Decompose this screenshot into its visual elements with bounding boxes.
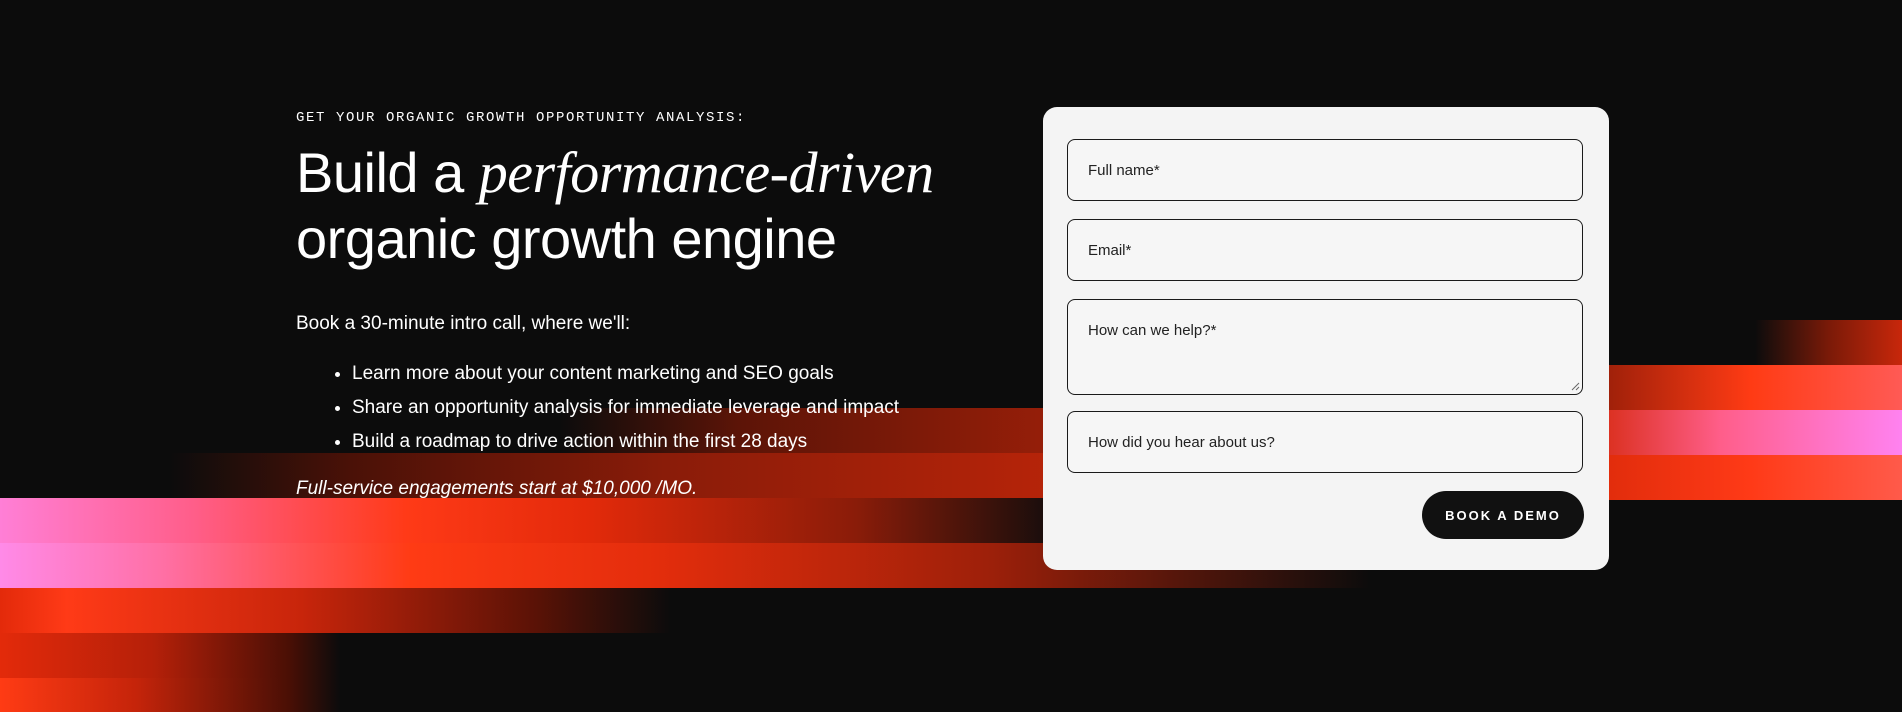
gradient-stripe bbox=[1600, 410, 1902, 455]
page-title: Build a performance-driven organic growt… bbox=[296, 140, 934, 272]
resize-handle-icon[interactable] bbox=[1570, 381, 1580, 391]
help-textarea[interactable] bbox=[1067, 299, 1583, 395]
intro-text: Book a 30-minute intro call, where we'll… bbox=[296, 313, 631, 334]
gradient-stripe bbox=[1600, 455, 1902, 500]
gradient-stripe bbox=[0, 588, 670, 633]
eyebrow-text: GET YOUR ORGANIC GROWTH OPPORTUNITY ANAL… bbox=[296, 110, 747, 126]
referral-input[interactable] bbox=[1067, 411, 1583, 473]
email-input[interactable] bbox=[1067, 219, 1583, 281]
book-demo-button[interactable]: BOOK A DEMO bbox=[1422, 491, 1584, 539]
pricing-note: Full-service engagements start at $10,00… bbox=[296, 478, 698, 499]
gradient-stripe bbox=[1755, 320, 1902, 365]
gradient-stripe bbox=[0, 633, 340, 678]
headline-line2: organic growth engine bbox=[296, 207, 837, 270]
list-item: Share an opportunity analysis for immedi… bbox=[352, 391, 899, 425]
headline-part1: Build a bbox=[296, 141, 479, 204]
gradient-stripe bbox=[0, 498, 1070, 543]
list-item: Build a roadmap to drive action within t… bbox=[352, 425, 899, 459]
gradient-stripe bbox=[1600, 365, 1902, 410]
demo-form: BOOK A DEMO bbox=[1043, 107, 1609, 570]
headline-italic: performance-driven bbox=[478, 140, 934, 205]
full-name-input[interactable] bbox=[1067, 139, 1583, 201]
benefits-list: Learn more about your content marketing … bbox=[296, 357, 899, 459]
gradient-stripe bbox=[0, 678, 340, 712]
list-item: Learn more about your content marketing … bbox=[352, 357, 899, 391]
